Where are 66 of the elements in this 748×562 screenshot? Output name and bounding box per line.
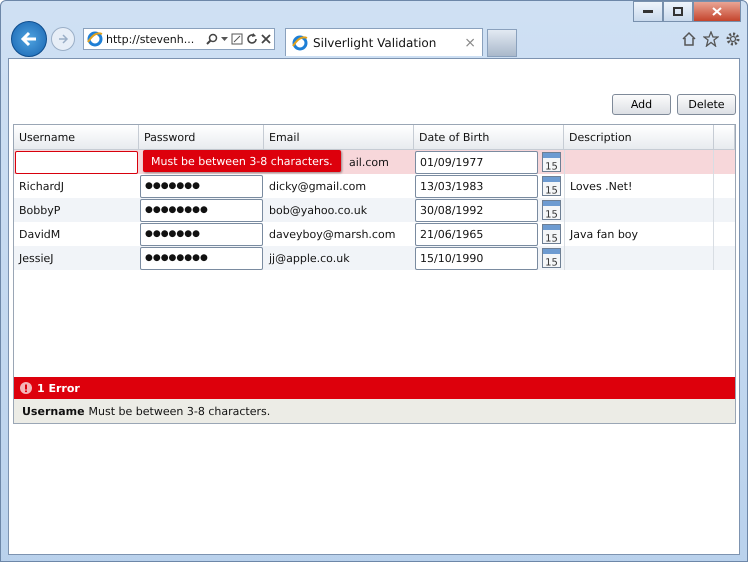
password-field[interactable]: ●●●●●●● <box>140 174 263 198</box>
date-field[interactable]: 13/03/1983 <box>415 174 538 198</box>
grid-row[interactable]: JessieJ ●●●●●●●● jj@apple.co.uk 15/10/1990 15 <box>14 246 735 270</box>
minimize-icon <box>643 10 653 14</box>
date-field[interactable]: 15/10/1990 <box>415 246 538 270</box>
calendar-icon[interactable]: 15 <box>542 224 561 244</box>
error-item[interactable]: Username Must be between 3-8 characters. <box>14 399 735 423</box>
table-cell: jj@apple.co.uk <box>269 252 350 264</box>
address-bar[interactable]: http://stevenh... <box>83 28 275 50</box>
browser-logo-icon <box>87 31 103 47</box>
password-field[interactable]: ●●●●●●●● <box>140 246 263 270</box>
table-cell-text: JessieJ <box>18 252 55 264</box>
close-button[interactable] <box>693 1 741 22</box>
username-field[interactable] <box>15 150 138 174</box>
alert-icon <box>20 382 32 394</box>
table-cell: dicky@gmail.com <box>269 180 366 192</box>
stop-icon[interactable] <box>261 34 271 44</box>
calendar-icon[interactable]: 15 <box>542 176 561 196</box>
back-arrow-icon <box>20 31 38 47</box>
maximize-button[interactable] <box>663 1 693 22</box>
column-header[interactable]: Password <box>139 125 264 149</box>
tab-close-button[interactable]: × <box>464 34 476 50</box>
close-icon <box>712 7 722 16</box>
settings-icon[interactable] <box>725 31 741 47</box>
date-field[interactable]: 30/08/1992 <box>415 198 538 222</box>
tab-title: Silverlight Validation <box>313 36 438 50</box>
back-button[interactable] <box>11 21 47 57</box>
table-cell-text: DavidM <box>18 228 62 240</box>
star-icon[interactable] <box>703 31 719 47</box>
maximize-icon <box>673 7 683 16</box>
toolbar-button[interactable]: Add <box>612 94 671 115</box>
table-cell: bob@yahoo.co.uk <box>269 204 368 216</box>
table-cell: Java fan boy <box>570 228 638 240</box>
address-text: http://stevenh... <box>106 32 196 46</box>
table-cell: Loves .Net! <box>570 180 632 192</box>
table-cell-text: RichardJ <box>18 180 66 192</box>
grid-row[interactable]: Must be between 3-8 characters. ail.com 01/09/1977 15 <box>14 150 735 174</box>
validation-tooltip: Must be between 3-8 characters. <box>143 150 341 172</box>
table-cell-text: BobbyP <box>18 204 62 216</box>
calendar-icon[interactable]: 15 <box>542 248 561 268</box>
column-header[interactable]: Email <box>264 125 414 149</box>
password-field[interactable]: ●●●●●●●● <box>140 198 263 222</box>
browser-tab[interactable]: Silverlight Validation × <box>285 28 483 56</box>
grid-row[interactable]: DavidM ●●●●●●● daveyboy@marsh.com 21/06/1965 15 Java fan boy <box>14 222 735 246</box>
compatibility-icon[interactable] <box>231 33 243 45</box>
column-header[interactable]: Username <box>14 125 139 149</box>
column-header[interactable]: Description <box>564 125 714 149</box>
date-field[interactable]: 01/09/1977 <box>415 150 538 174</box>
table-cell: daveyboy@marsh.com <box>269 228 396 240</box>
grid-row[interactable]: RichardJ ●●●●●●● dicky@gmail.com 13/03/1983 15 Loves .Net! <box>14 174 735 198</box>
toolbar-button[interactable]: Delete <box>677 94 736 115</box>
home-icon[interactable] <box>681 31 697 47</box>
password-field[interactable]: ●●●●●●● <box>140 222 263 246</box>
error-count: 1 Error <box>37 382 80 394</box>
table-cell: ail.com <box>349 156 389 168</box>
calendar-icon[interactable]: 15 <box>542 200 561 220</box>
column-header[interactable]: Date of Birth <box>414 125 564 149</box>
forward-arrow-icon <box>57 33 69 45</box>
grid-row[interactable]: BobbyP ●●●●●●●● bob@yahoo.co.uk 30/08/1992 15 <box>14 198 735 222</box>
calendar-icon[interactable]: 15 <box>542 152 561 172</box>
search-icon[interactable] <box>206 33 218 45</box>
refresh-icon[interactable] <box>246 33 258 45</box>
minimize-button[interactable] <box>633 1 663 22</box>
dropdown-icon[interactable] <box>221 37 228 41</box>
date-field[interactable]: 21/06/1965 <box>415 222 538 246</box>
browser-logo-icon <box>292 34 308 50</box>
